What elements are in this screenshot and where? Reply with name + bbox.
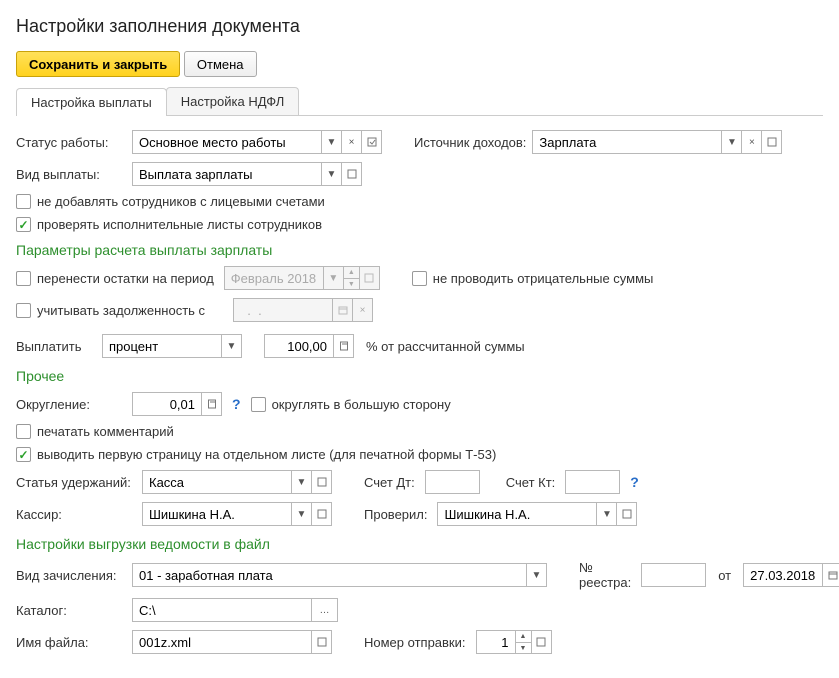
checkbox-carry-balances[interactable]: перенести остатки на период — [16, 271, 214, 286]
label-credit-account: Счет Кт: — [506, 475, 556, 490]
section-calc: Параметры расчета выплаты зарплаты — [16, 242, 823, 258]
label-income-source: Источник доходов: — [414, 135, 526, 150]
dropdown-icon: ▼ — [324, 266, 344, 290]
checkbox-label: учитывать задолженность с — [37, 303, 205, 318]
open-icon — [360, 266, 380, 290]
label-percent-of: % от рассчитанной суммы — [366, 339, 525, 354]
section-other: Прочее — [16, 368, 823, 384]
tabs: Настройка выплаты Настройка НДФЛ — [16, 87, 823, 116]
checkbox-no-negative[interactable]: не проводить отрицательные суммы — [412, 271, 654, 286]
dropdown-icon[interactable]: ▼ — [322, 162, 342, 186]
clear-icon[interactable]: × — [342, 130, 362, 154]
cashier-input[interactable] — [142, 502, 292, 526]
dropdown-icon[interactable]: ▼ — [292, 502, 312, 526]
checkbox-no-add-employees[interactable]: не добавлять сотрудников с лицевыми счет… — [16, 194, 325, 209]
label-filename: Имя файла: — [16, 635, 126, 650]
open-icon[interactable] — [617, 502, 637, 526]
label-accrual-type: Вид зачисления: — [16, 568, 126, 583]
open-icon[interactable] — [342, 162, 362, 186]
label-registry-no: № реестра: — [579, 560, 631, 590]
label-work-status: Статус работы: — [16, 135, 126, 150]
dropdown-icon[interactable]: ▼ — [322, 130, 342, 154]
accrual-type-input[interactable] — [132, 563, 527, 587]
catalog-input[interactable] — [132, 598, 312, 622]
debit-account-input[interactable] — [425, 470, 480, 494]
clear-icon[interactable]: × — [742, 130, 762, 154]
send-number-input[interactable] — [476, 630, 516, 654]
calendar-icon[interactable] — [823, 563, 839, 587]
tab-payout[interactable]: Настройка выплаты — [16, 88, 167, 116]
checkbox-first-page-sep[interactable]: выводить первую страницу на отдельном ли… — [16, 447, 496, 462]
help-icon[interactable]: ? — [626, 474, 643, 490]
checkbox-print-comment[interactable]: печатать комментарий — [16, 424, 174, 439]
label-pay: Выплатить — [16, 339, 96, 354]
label-debit-account: Счет Дт: — [364, 475, 415, 490]
page-title: Настройки заполнения документа — [16, 16, 823, 37]
open-icon[interactable] — [312, 630, 332, 654]
credit-account-input[interactable] — [565, 470, 620, 494]
toolbar: Сохранить и закрыть Отмена — [16, 51, 823, 77]
checkbox-label: перенести остатки на период — [37, 271, 214, 286]
checkbox-label: печатать комментарий — [37, 424, 174, 439]
label-payout-type: Вид выплаты: — [16, 167, 126, 182]
dropdown-icon[interactable]: ▼ — [292, 470, 312, 494]
dropdown-icon[interactable]: ▼ — [597, 502, 617, 526]
label-deduction-article: Статья удержаний: — [16, 475, 136, 490]
label-send-number: Номер отправки: — [364, 635, 466, 650]
checkbox-label: проверять исполнительные листы сотрудник… — [37, 217, 322, 232]
checkbox-check-exec-sheets[interactable]: проверять исполнительные листы сотрудник… — [16, 217, 322, 232]
checkbox-label: не проводить отрицательные суммы — [433, 271, 654, 286]
rounding-input[interactable] — [132, 392, 202, 416]
label-catalog: Каталог: — [16, 603, 126, 618]
dropdown-icon[interactable]: ▼ — [722, 130, 742, 154]
cancel-button[interactable]: Отмена — [184, 51, 257, 77]
checkbox-round-up[interactable]: округлять в большую сторону — [251, 397, 451, 412]
checkbox-label: выводить первую страницу на отдельном ли… — [37, 447, 496, 462]
open-icon[interactable] — [312, 470, 332, 494]
deduction-article-input[interactable] — [142, 470, 292, 494]
open-icon[interactable] — [762, 130, 782, 154]
section-export: Настройки выгрузки ведомости в файл — [16, 536, 823, 552]
open-icon[interactable] — [312, 502, 332, 526]
calendar-icon — [333, 298, 353, 322]
browse-icon[interactable]: … — [312, 598, 338, 622]
open-icon[interactable] — [362, 130, 382, 154]
label-from: от — [718, 568, 731, 583]
clear-icon: × — [353, 298, 373, 322]
open-icon[interactable] — [532, 630, 552, 654]
checkbox-account-debt[interactable]: учитывать задолженность с — [16, 303, 205, 318]
checkbox-label: округлять в большую сторону — [272, 397, 451, 412]
label-rounding: Округление: — [16, 397, 126, 412]
registry-date-input[interactable] — [743, 563, 823, 587]
save-close-button[interactable]: Сохранить и закрыть — [16, 51, 180, 77]
debt-date-input — [233, 298, 333, 322]
registry-no-input[interactable] — [641, 563, 706, 587]
checkbox-label: не добавлять сотрудников с лицевыми счет… — [37, 194, 325, 209]
tab-ndfl[interactable]: Настройка НДФЛ — [166, 87, 300, 115]
calculator-icon[interactable] — [202, 392, 222, 416]
spinner-down-icon: ▼ — [344, 278, 360, 290]
work-status-input[interactable] — [132, 130, 322, 154]
calculator-icon[interactable] — [334, 334, 354, 358]
label-cashier: Кассир: — [16, 507, 136, 522]
spinner-up-icon[interactable]: ▲ — [516, 630, 532, 642]
spinner-up-icon: ▲ — [344, 266, 360, 278]
pay-mode-input[interactable] — [102, 334, 222, 358]
pay-percent-input[interactable] — [264, 334, 334, 358]
payout-type-input[interactable] — [132, 162, 322, 186]
filename-input[interactable] — [132, 630, 312, 654]
dropdown-icon[interactable]: ▼ — [222, 334, 242, 358]
dropdown-icon[interactable]: ▼ — [527, 563, 547, 587]
carry-period-input — [224, 266, 324, 290]
help-icon[interactable]: ? — [228, 396, 245, 412]
label-checked-by: Проверил: — [364, 507, 427, 522]
spinner-down-icon[interactable]: ▼ — [516, 642, 532, 654]
income-source-input[interactable] — [532, 130, 722, 154]
checked-by-input[interactable] — [437, 502, 597, 526]
